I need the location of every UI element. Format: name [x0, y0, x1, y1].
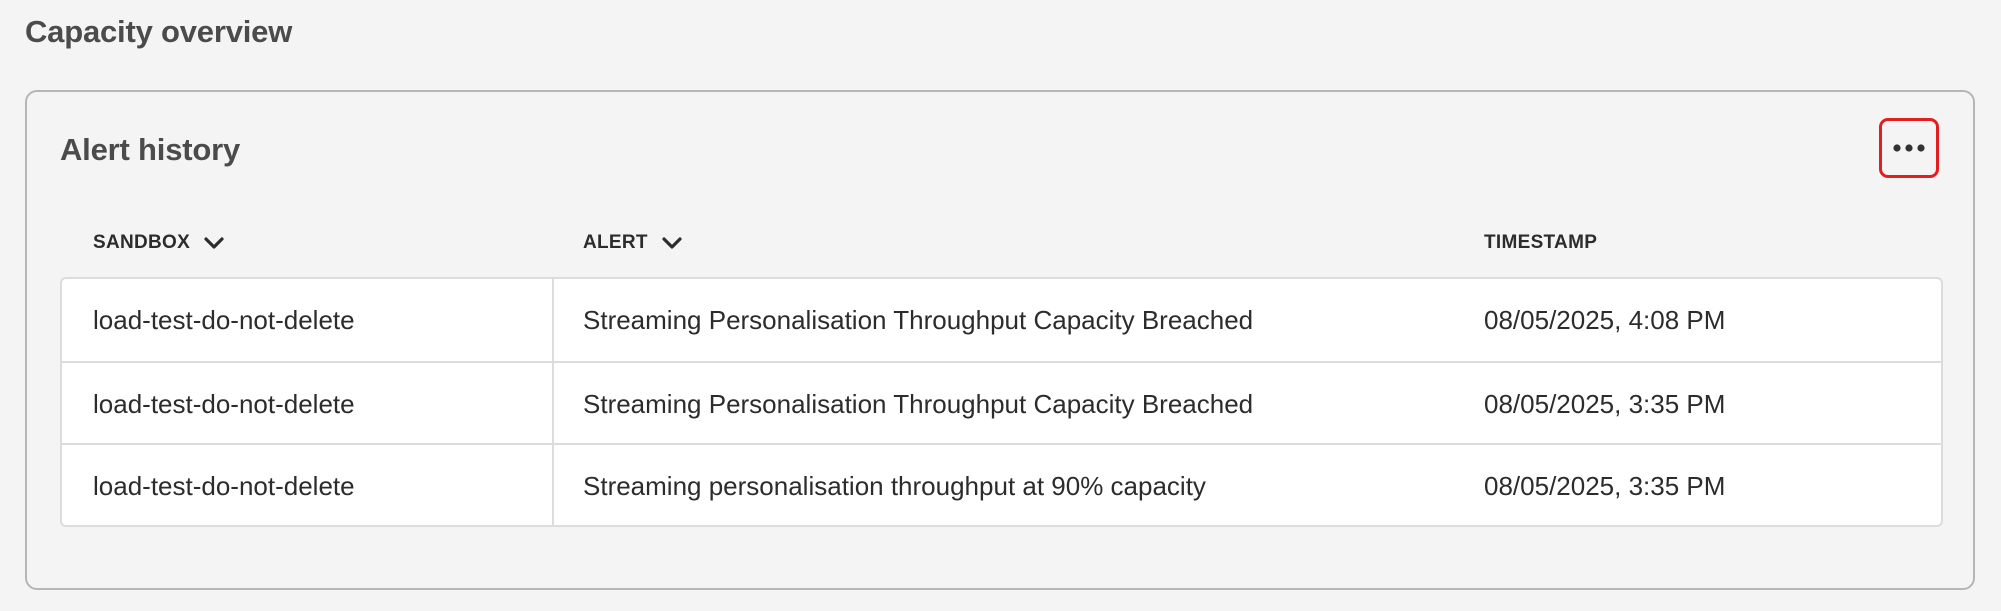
page-title: Capacity overview — [25, 14, 293, 49]
table-row[interactable]: load-test-do-not-delete Streaming Person… — [62, 279, 1941, 361]
column-header-sandbox[interactable]: SANDBOX — [93, 232, 224, 254]
card-title: Alert history — [60, 132, 240, 167]
alert-cell: Streaming Personalisation Throughput Cap… — [583, 388, 1254, 419]
column-header-timestamp: TIMESTAMP — [1484, 232, 1597, 254]
chevron-down-icon[interactable] — [662, 236, 682, 250]
sandbox-cell: load-test-do-not-delete — [93, 304, 355, 335]
column-header-label: ALERT — [583, 232, 648, 253]
alert-history-card: Alert history SANDBOX ALERT TIMESTAMP lo… — [25, 90, 1975, 590]
column-header-label: SANDBOX — [93, 232, 191, 253]
more-actions-button[interactable] — [1879, 118, 1939, 178]
alert-table: load-test-do-not-delete Streaming Person… — [60, 277, 1943, 527]
table-row[interactable]: load-test-do-not-delete Streaming Person… — [62, 361, 1941, 443]
table-row[interactable]: load-test-do-not-delete Streaming person… — [62, 443, 1941, 525]
timestamp-cell: 08/05/2025, 4:08 PM — [1484, 304, 1726, 335]
alert-cell: Streaming Personalisation Throughput Cap… — [583, 304, 1254, 335]
more-horizontal-icon — [1893, 144, 1925, 152]
chevron-down-icon[interactable] — [204, 236, 224, 250]
sandbox-cell: load-test-do-not-delete — [93, 388, 355, 419]
column-header-alert[interactable]: ALERT — [583, 232, 682, 254]
alert-cell: Streaming personalisation throughput at … — [583, 470, 1206, 501]
sandbox-cell: load-test-do-not-delete — [93, 470, 355, 501]
timestamp-cell: 08/05/2025, 3:35 PM — [1484, 470, 1726, 501]
timestamp-cell: 08/05/2025, 3:35 PM — [1484, 388, 1726, 419]
column-header-label: TIMESTAMP — [1484, 232, 1598, 253]
